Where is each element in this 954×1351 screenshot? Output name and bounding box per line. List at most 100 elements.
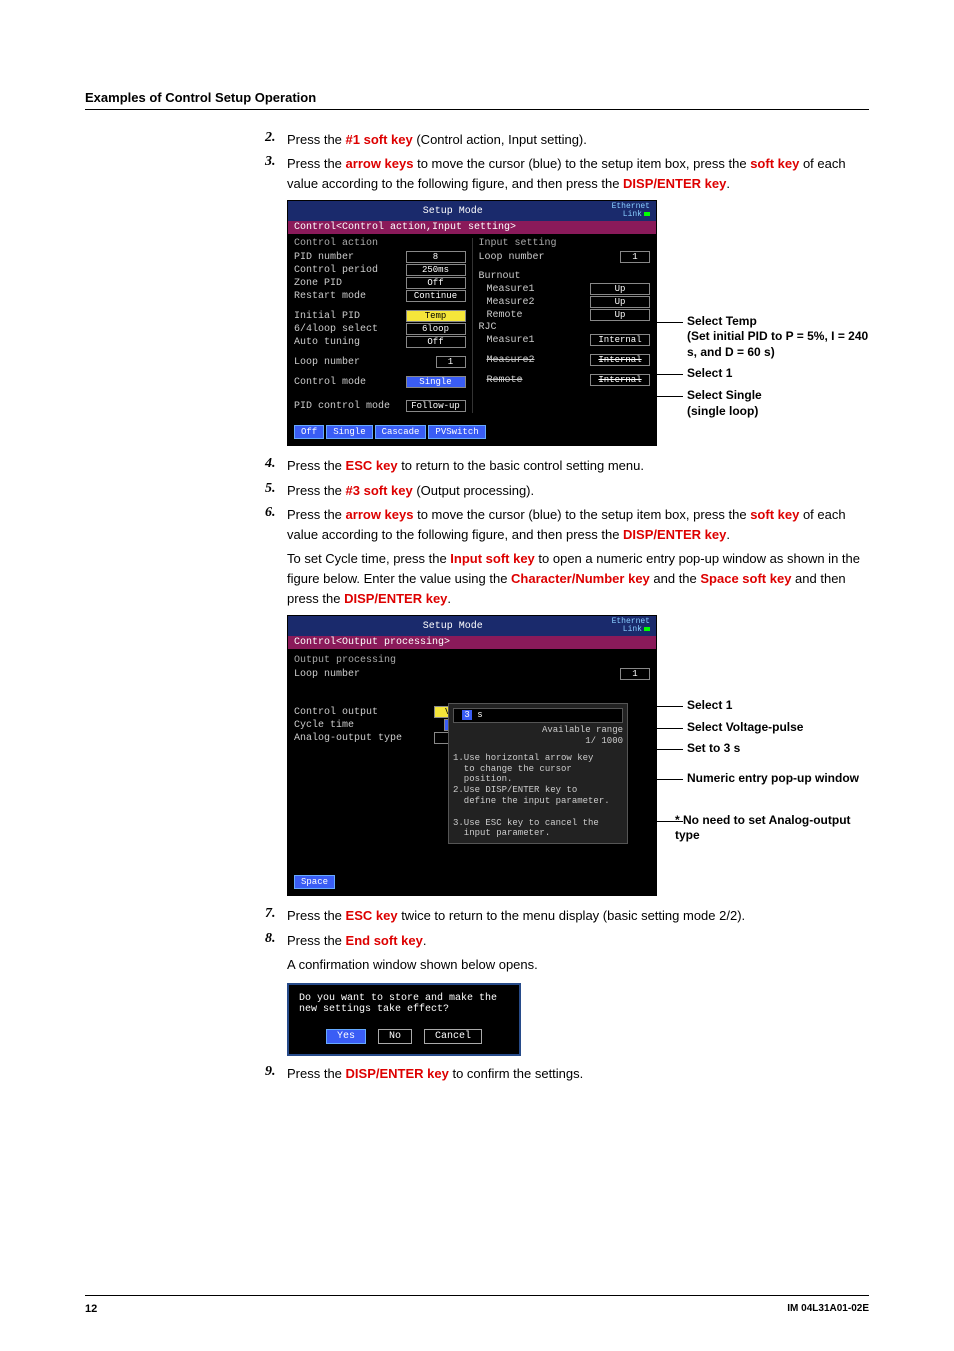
step-body: Press the #3 soft key (Output processing… bbox=[287, 481, 869, 501]
callouts-screenshot-1: Select Temp (Set initial PID to P = 5%, … bbox=[657, 200, 869, 446]
restart-mode-value[interactable]: Continue bbox=[406, 290, 466, 302]
auto-tuning-label: Auto tuning bbox=[294, 337, 406, 348]
pid-number-label: PID number bbox=[294, 252, 406, 263]
text: to move the cursor (blue) to the setup i… bbox=[413, 156, 750, 171]
loop-select-label: 6/4loop select bbox=[294, 324, 406, 335]
callout-select-single: Select Single (single loop) bbox=[675, 388, 869, 419]
loop-number-value[interactable]: 1 bbox=[436, 356, 466, 368]
text: (Control action, Input setting). bbox=[413, 132, 587, 147]
ethernet-led-icon bbox=[644, 212, 650, 216]
control-mode-value[interactable]: Single bbox=[406, 376, 466, 388]
burnout-measure1-value[interactable]: Up bbox=[590, 283, 650, 295]
softkey-pvswitch[interactable]: PVSwitch bbox=[428, 425, 485, 439]
step-body: Press the End soft key. bbox=[287, 931, 869, 951]
pid-control-mode-label: PID control mode bbox=[294, 401, 406, 412]
hl-disp-enter: DISP/ENTER key bbox=[344, 591, 447, 606]
screenshot-1: Setup Mode Ethernet Link Control<Control… bbox=[287, 200, 657, 446]
text: to move the cursor (blue) to the setup i… bbox=[413, 507, 750, 522]
callout-no-need-analog: * No need to set Analog-output type bbox=[675, 813, 869, 844]
dialog-no-button[interactable]: No bbox=[378, 1029, 412, 1044]
input-setting-group-title: Input setting bbox=[479, 238, 651, 249]
screenshot-2-row: Setup Mode Ethernet Link Control<Output … bbox=[287, 615, 869, 896]
pid-number-value[interactable]: 8 bbox=[406, 251, 466, 263]
zone-pid-value[interactable]: Off bbox=[406, 277, 466, 289]
hl-disp-enter: DISP/ENTER key bbox=[623, 527, 726, 542]
hl-esc-key: ESC key bbox=[346, 458, 398, 473]
softkey-cascade[interactable]: Cascade bbox=[375, 425, 427, 439]
step-6: 6. Press the arrow keys to move the curs… bbox=[265, 505, 869, 545]
rjc-measure2-label: Measure2 bbox=[479, 355, 591, 366]
confirmation-dialog: Do you want to store and make the new se… bbox=[287, 983, 521, 1056]
restart-mode-label: Restart mode bbox=[294, 291, 406, 302]
step-body: Press the arrow keys to move the cursor … bbox=[287, 154, 869, 194]
loop-select-value[interactable]: 6loop bbox=[406, 323, 466, 335]
page-footer: 12 IM 04L31A01-02E bbox=[85, 1303, 869, 1315]
burnout-measure2-label: Measure2 bbox=[479, 297, 591, 308]
hl-input-soft-key: Input soft key bbox=[450, 551, 535, 566]
hl-arrow-keys: arrow keys bbox=[346, 156, 414, 171]
is-loop-number-label: Loop number bbox=[479, 252, 621, 263]
hl-softkey-1: #1 soft key bbox=[346, 132, 413, 147]
dialog-cancel-button[interactable]: Cancel bbox=[424, 1029, 482, 1044]
rjc-measure2-value[interactable]: Internal bbox=[590, 354, 650, 366]
callout-text: (Set initial PID to P = 5%, I = 240 s, a… bbox=[687, 329, 868, 359]
step-number: 3. bbox=[265, 154, 287, 170]
zone-pid-label: Zone PID bbox=[294, 278, 406, 289]
rjc-measure1-value[interactable]: Internal bbox=[590, 334, 650, 346]
step-number: 9. bbox=[265, 1064, 287, 1080]
text: to confirm the settings. bbox=[449, 1066, 583, 1081]
text: to return to the basic control setting m… bbox=[398, 458, 644, 473]
initial-pid-value[interactable]: Temp bbox=[406, 310, 466, 322]
hl-soft-key: soft key bbox=[750, 156, 799, 171]
softkey-row: Space bbox=[288, 871, 656, 895]
step-6-sub: To set Cycle time, press the Input soft … bbox=[287, 549, 869, 609]
popup-range-value: 1/ 1000 bbox=[585, 736, 623, 746]
control-action-group-title: Control action bbox=[294, 238, 466, 249]
hl-disp-enter: DISP/ENTER key bbox=[623, 176, 726, 191]
hl-char-number-key: Character/Number key bbox=[511, 571, 650, 586]
softkey-off[interactable]: Off bbox=[294, 425, 324, 439]
auto-tuning-value[interactable]: Off bbox=[406, 336, 466, 348]
is-loop-number-value[interactable]: 1 bbox=[620, 251, 650, 263]
hl-soft-key: soft key bbox=[750, 507, 799, 522]
control-period-value[interactable]: 250ms bbox=[406, 264, 466, 276]
softkey-row: Off Single Cascade PVSwitch bbox=[288, 421, 656, 445]
step-number: 2. bbox=[265, 130, 287, 146]
pid-control-mode-value[interactable]: Follow-up bbox=[406, 400, 466, 412]
callout-text: Set to 3 s bbox=[687, 741, 740, 755]
burnout-measure2-value[interactable]: Up bbox=[590, 296, 650, 308]
step-3: 3. Press the arrow keys to move the curs… bbox=[265, 154, 869, 194]
text: twice to return to the menu display (bas… bbox=[398, 908, 746, 923]
step-2: 2. Press the #1 soft key (Control action… bbox=[265, 130, 869, 150]
page-header-title: Examples of Control Setup Operation bbox=[85, 90, 869, 105]
text: Press the bbox=[287, 1066, 346, 1081]
step-body: Press the arrow keys to move the cursor … bbox=[287, 505, 869, 545]
op-loop-number-value[interactable]: 1 bbox=[620, 668, 650, 680]
loop-number-label: Loop number bbox=[294, 357, 436, 368]
softkey-single[interactable]: Single bbox=[326, 425, 372, 439]
step-number: 5. bbox=[265, 481, 287, 497]
step-body: Press the ESC key twice to return to the… bbox=[287, 906, 869, 926]
rjc-label: RJC bbox=[479, 322, 651, 333]
burnout-remote-value[interactable]: Up bbox=[590, 309, 650, 321]
step-4: 4. Press the ESC key to return to the ba… bbox=[265, 456, 869, 476]
hl-space-soft-key: Space soft key bbox=[700, 571, 791, 586]
callout-text: Numeric entry pop-up window bbox=[687, 771, 859, 785]
callout-text: Select 1 bbox=[687, 366, 732, 380]
popup-input-line[interactable]: 3 s bbox=[453, 708, 623, 723]
text: . bbox=[726, 176, 730, 191]
callout-numeric-popup: Numeric entry pop-up window bbox=[675, 771, 869, 787]
rjc-remote-label: Remote bbox=[479, 375, 591, 386]
dialog-message: Do you want to store and make the new se… bbox=[299, 993, 509, 1015]
step-number: 4. bbox=[265, 456, 287, 472]
op-loop-number-label: Loop number bbox=[294, 669, 620, 680]
text: Press the bbox=[287, 483, 346, 498]
setup-mode-title: Setup Mode bbox=[423, 206, 483, 217]
dialog-yes-button[interactable]: Yes bbox=[326, 1029, 366, 1044]
rjc-remote-value[interactable]: Internal bbox=[590, 374, 650, 386]
initial-pid-label: Initial PID bbox=[294, 311, 406, 322]
step-number: 6. bbox=[265, 505, 287, 521]
screenshot-subbar: Control<Control action,Input setting> bbox=[288, 221, 656, 234]
popup-input-suffix: s bbox=[477, 710, 482, 720]
softkey-space[interactable]: Space bbox=[294, 875, 335, 889]
